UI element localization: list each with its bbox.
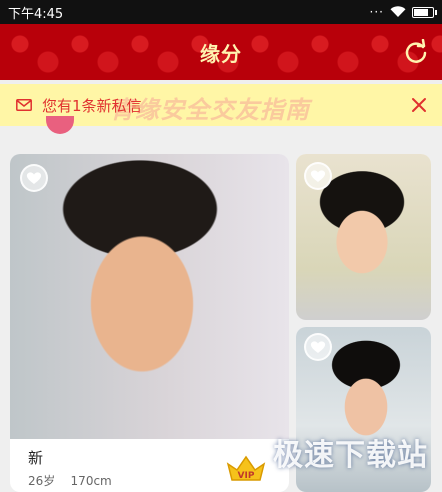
heart-icon xyxy=(310,170,326,182)
page-title: 缘分 xyxy=(200,41,242,66)
status-icons: ··· xyxy=(369,5,437,19)
profile-photo[interactable] xyxy=(10,154,289,439)
vip-label: VIP xyxy=(238,471,255,481)
profile-card-main[interactable]: 新 26岁 170cm VIP xyxy=(10,154,289,492)
more-dots-icon: ··· xyxy=(369,5,384,19)
battery-icon xyxy=(412,6,437,18)
wifi-icon xyxy=(390,6,406,17)
mail-icon xyxy=(16,99,32,111)
heart-icon xyxy=(310,341,326,353)
refresh-button[interactable] xyxy=(402,38,430,66)
like-button[interactable] xyxy=(304,333,332,361)
shield-logo-icon xyxy=(46,116,74,134)
refresh-icon xyxy=(405,39,427,63)
close-notice-button[interactable] xyxy=(408,94,430,116)
status-time: 下午4:45 xyxy=(8,6,64,22)
profile-card-side-1[interactable] xyxy=(296,154,431,320)
vip-crown-icon: VIP xyxy=(226,455,266,481)
heart-icon xyxy=(26,172,42,184)
notice-message: 您有1条新私信 xyxy=(42,96,142,115)
like-button[interactable] xyxy=(20,164,48,192)
profile-age: 26岁 xyxy=(28,474,56,488)
like-button[interactable] xyxy=(304,162,332,190)
close-icon xyxy=(412,98,426,112)
status-bar: 下午4:45 ··· xyxy=(0,0,442,24)
profile-height: 170cm xyxy=(70,474,112,488)
app-header: 缘分 xyxy=(0,24,442,80)
site-watermark: 极速下载站 xyxy=(273,438,428,473)
